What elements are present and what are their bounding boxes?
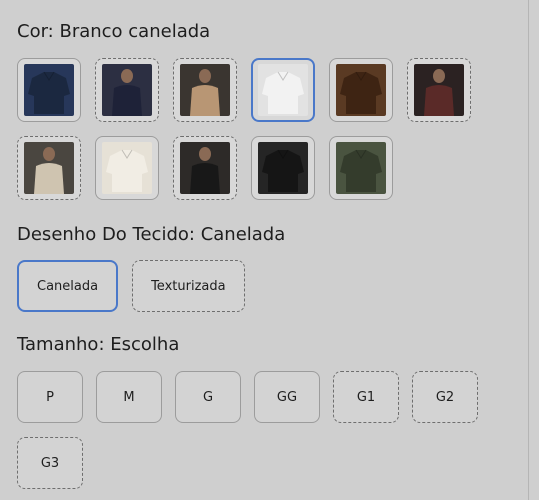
shirt-thumbnail (24, 64, 74, 116)
size-option-list: P M G GG G1 G2 G3 (17, 371, 497, 489)
color-swatch-navy[interactable] (17, 58, 81, 122)
shirt-thumbnail (180, 64, 230, 116)
shirt-thumbnail (258, 142, 308, 194)
shirt-thumbnail (102, 64, 152, 116)
color-swatch-brown[interactable] (329, 58, 393, 122)
size-option-g1[interactable]: G1 (333, 371, 399, 423)
shirt-thumbnail (102, 142, 152, 194)
shirt-thumbnail (414, 64, 464, 116)
color-swatch-offwhite[interactable] (95, 136, 159, 200)
color-selected-value: Branco canelada (59, 21, 211, 42)
shirt-thumbnail (336, 142, 386, 194)
color-swatch-sand-model[interactable] (17, 136, 81, 200)
fabric-label: Desenho Do Tecido: (17, 224, 195, 245)
size-option-gg[interactable]: GG (254, 371, 320, 423)
scrollbar[interactable] (528, 0, 529, 500)
size-option-g2[interactable]: G2 (412, 371, 478, 423)
fabric-option-canelada[interactable]: Canelada (17, 260, 119, 312)
fabric-heading: Desenho Do Tecido: Canelada (17, 223, 285, 247)
fabric-option-texturizada[interactable]: Texturizada (132, 260, 245, 312)
color-swatch-white[interactable] (251, 58, 315, 122)
shirt-thumbnail (24, 142, 74, 194)
color-swatch-black[interactable] (251, 136, 315, 200)
shirt-thumbnail (258, 64, 308, 116)
color-swatch-list (17, 58, 497, 200)
color-swatch-navy-model[interactable] (95, 58, 159, 122)
fabric-selected-value: Canelada (200, 224, 286, 245)
color-swatch-beige-model[interactable] (173, 58, 237, 122)
fabric-option-list: Canelada Texturizada (17, 260, 245, 312)
shirt-thumbnail (336, 64, 386, 116)
color-swatch-black-model[interactable] (173, 136, 237, 200)
color-label: Cor: (17, 21, 54, 42)
size-option-p[interactable]: P (17, 371, 83, 423)
shirt-thumbnail (180, 142, 230, 194)
size-heading: Tamanho: Escolha (17, 333, 179, 357)
size-label: Tamanho: (17, 334, 105, 355)
color-swatch-wine-model[interactable] (407, 58, 471, 122)
size-selected-value: Escolha (110, 334, 180, 355)
size-option-g[interactable]: G (175, 371, 241, 423)
size-option-g3[interactable]: G3 (17, 437, 83, 489)
color-swatch-olive[interactable] (329, 136, 393, 200)
color-heading: Cor: Branco canelada (17, 20, 210, 44)
size-option-m[interactable]: M (96, 371, 162, 423)
